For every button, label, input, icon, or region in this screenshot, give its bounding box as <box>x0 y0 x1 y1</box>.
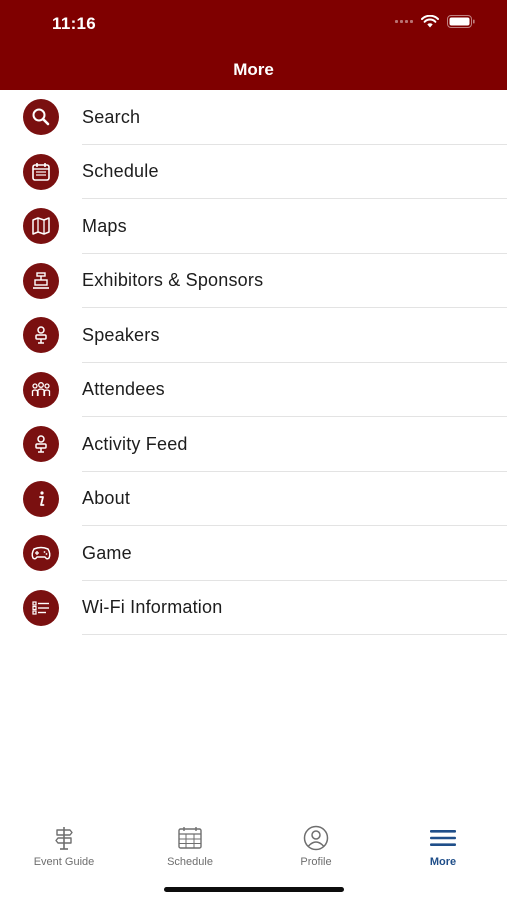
tab-label: Profile <box>300 856 332 868</box>
status-time: 11:16 <box>52 14 97 33</box>
menu-item-label: Schedule <box>82 161 159 182</box>
menu-item-search[interactable]: Search <box>0 90 507 145</box>
menu-item-schedule[interactable]: Schedule <box>0 145 507 199</box>
menu-item-wifi-information[interactable]: Wi-Fi Information <box>0 581 507 635</box>
menu-item-label: Search <box>82 106 141 127</box>
nav-bar: More <box>0 50 507 90</box>
menu-item-about[interactable]: About <box>0 472 507 526</box>
tab-label: Event Guide <box>33 856 95 868</box>
menu-item-exhibitors-sponsors[interactable]: Exhibitors & Sponsors <box>0 254 507 308</box>
tab-profile[interactable]: Profile <box>256 824 376 868</box>
booth-icon <box>23 262 59 299</box>
status-icons <box>395 15 475 28</box>
map-icon <box>23 208 59 245</box>
menu-item-activity-feed[interactable]: Activity Feed <box>0 417 507 472</box>
menu-item-game[interactable]: Game <box>0 526 507 581</box>
menu-item-label: Maps <box>82 215 127 236</box>
divider <box>82 634 507 635</box>
tab-more[interactable]: More <box>383 824 503 868</box>
menu-item-label: Activity Feed <box>82 433 188 454</box>
menu-item-label: About <box>82 488 131 509</box>
attendees-icon <box>23 371 59 408</box>
cellular-signal-icon <box>395 20 413 23</box>
home-indicator[interactable] <box>164 887 344 892</box>
tab-schedule[interactable]: Schedule <box>130 824 250 868</box>
battery-icon <box>447 15 475 28</box>
calendar-icon <box>23 153 59 190</box>
search-icon <box>23 99 59 136</box>
info-icon <box>23 480 59 517</box>
menu-item-label: Attendees <box>82 379 165 400</box>
menu-list: Search Schedule Maps Exhibitors & Sponso… <box>0 90 507 635</box>
menu-item-label: Speakers <box>82 324 160 345</box>
menu-item-attendees[interactable]: Attendees <box>0 363 507 417</box>
menu-item-label: Wi-Fi Information <box>82 597 223 618</box>
page-title: More <box>233 60 274 79</box>
status-bar: 11:16 <box>0 0 507 50</box>
menu-item-label: Game <box>82 542 132 563</box>
gamepad-icon <box>23 535 59 572</box>
wifi-icon <box>421 15 439 28</box>
activity-icon <box>23 426 59 463</box>
signpost-icon <box>53 824 75 852</box>
calendar-icon <box>177 824 203 852</box>
hamburger-icon <box>430 824 456 852</box>
tab-event-guide[interactable]: Event Guide <box>4 824 124 868</box>
speaker-icon <box>23 317 59 354</box>
tab-label: More <box>429 856 457 868</box>
tab-label: Schedule <box>167 856 213 868</box>
profile-icon <box>303 824 329 852</box>
menu-item-maps[interactable]: Maps <box>0 199 507 254</box>
menu-item-label: Exhibitors & Sponsors <box>82 270 264 291</box>
menu-item-speakers[interactable]: Speakers <box>0 308 507 363</box>
list-icon <box>23 589 59 626</box>
